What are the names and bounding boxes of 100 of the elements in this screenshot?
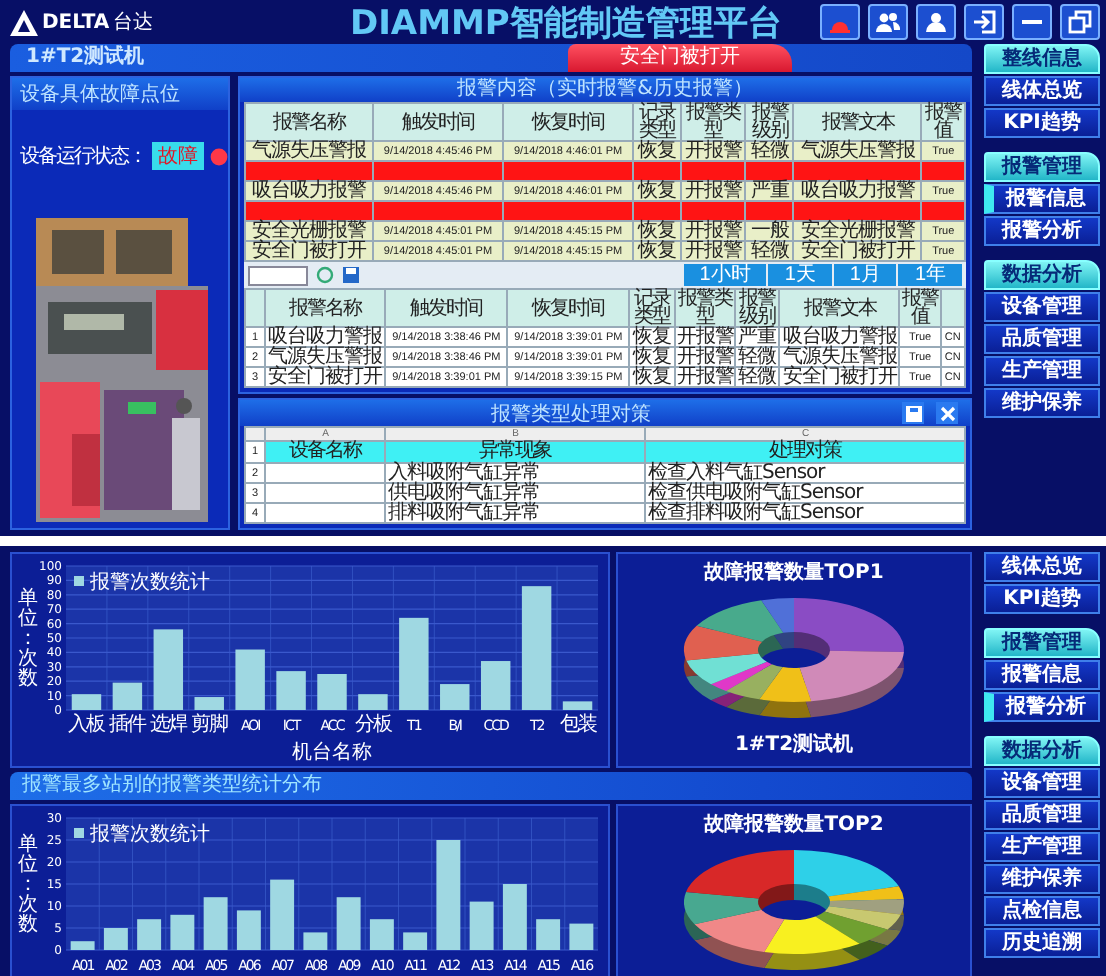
status-badge: 故障 xyxy=(152,142,204,170)
table-cell: 气源失压警报 xyxy=(265,347,386,367)
column-header: 设备名称 xyxy=(265,441,385,463)
column-header: 报警值 xyxy=(899,289,941,327)
axis-tick-label: 剪脚 xyxy=(191,714,228,736)
menu-item[interactable]: KPI趋势 xyxy=(984,584,1100,614)
machine-name: 1#T2测试机 xyxy=(24,44,147,72)
chart-caption: 1#T2测试机 xyxy=(734,731,854,758)
column-header: 恢复时间 xyxy=(507,289,630,327)
menu-item[interactable]: 报警信息 xyxy=(984,660,1100,690)
bar xyxy=(569,923,594,950)
menu-group-header: 整线信息 xyxy=(984,44,1100,74)
status-label: 设备运行状态： xyxy=(20,143,146,170)
table-cell: 恢复 xyxy=(629,327,675,347)
bar xyxy=(403,932,428,950)
section-title: 报警最多站别的报警类型统计分布 xyxy=(10,772,972,800)
app-title: DIAMMP智能制造管理平台 xyxy=(348,1,784,45)
column-header: 记录类型 xyxy=(633,103,681,141)
axis-tick-label: 入板 xyxy=(68,714,105,736)
bar xyxy=(440,684,470,710)
column-header xyxy=(245,289,266,327)
minimize-button[interactable] xyxy=(1012,4,1052,40)
menu-item[interactable]: 报警分析 xyxy=(984,216,1100,246)
column-header: 触发时间 xyxy=(372,103,504,141)
table-cell: 排料吸附气缸异常 xyxy=(385,503,645,523)
bar xyxy=(303,932,328,950)
logout-button[interactable] xyxy=(964,4,1004,40)
table-cell: 检查排料吸附气缸Sensor xyxy=(645,503,965,523)
menu-item[interactable]: 设备管理 xyxy=(984,292,1100,322)
alarm-button[interactable] xyxy=(820,4,860,40)
table-cell: 恢复 xyxy=(633,141,681,161)
column-header: 报警名称 xyxy=(245,103,373,141)
column-header: 报警名称 xyxy=(265,289,386,327)
filter-dropdown[interactable] xyxy=(248,265,308,285)
column-header: 报警类型 xyxy=(674,289,736,327)
table-cell: 安全门被打开 xyxy=(265,367,386,387)
bar xyxy=(502,884,527,950)
save-button[interactable] xyxy=(902,402,924,424)
table-cell: 轻微 xyxy=(745,141,794,161)
menu-group-header: 数据分析 xyxy=(984,736,1100,766)
table-cell: 开报警 xyxy=(680,241,746,261)
bar xyxy=(170,914,195,950)
menu-item[interactable]: 报警信息 xyxy=(984,184,1100,214)
table-cell: 开报警 xyxy=(674,327,736,347)
table-cell: 气源失压警报 xyxy=(245,141,373,161)
table-cell: 轻微 xyxy=(735,367,780,387)
bar xyxy=(436,840,461,950)
panel-title: 报警类型处理对策 xyxy=(489,401,653,427)
bar xyxy=(103,928,128,950)
axis-title: 单位：次数 xyxy=(18,834,38,936)
bar xyxy=(235,649,265,710)
column-header xyxy=(940,289,965,327)
menu-item[interactable]: 历史追溯 xyxy=(984,928,1100,958)
column-header: 报警级别 xyxy=(745,103,794,141)
bar xyxy=(480,661,511,710)
panel-title: 设备具体故障点位 xyxy=(12,78,228,110)
bar xyxy=(203,897,228,950)
bar xyxy=(521,586,552,710)
legend-label: 报警次数统计 xyxy=(90,572,210,594)
menu-item[interactable]: 生产管理 xyxy=(984,832,1100,862)
users-button[interactable] xyxy=(868,4,908,40)
menu-item[interactable]: 维护保养 xyxy=(984,388,1100,418)
table-cell: 恢复 xyxy=(633,241,681,261)
column-header: 触发时间 xyxy=(385,289,508,327)
logo-text: DELTA xyxy=(42,11,110,33)
user-icon xyxy=(924,10,948,34)
column-header: 记录类型 xyxy=(629,289,675,327)
menu-item[interactable]: 线体总览 xyxy=(984,76,1100,106)
menu-item[interactable]: 报警分析 xyxy=(984,692,1100,722)
menu-item[interactable]: 生产管理 xyxy=(984,356,1100,386)
table-cell: 严重 xyxy=(745,181,794,201)
table-cell: 气源失压警报 xyxy=(793,141,922,161)
column-header: 处理对策 xyxy=(645,441,965,463)
table-cell: 安全光栅报警 xyxy=(245,221,373,241)
save-icon xyxy=(342,266,360,284)
menu-item[interactable]: 设备管理 xyxy=(984,768,1100,798)
restore-button[interactable] xyxy=(1060,4,1100,40)
table-cell: 吸台吸力报警 xyxy=(793,181,922,201)
bar xyxy=(71,694,102,710)
menu-item[interactable]: 维护保养 xyxy=(984,864,1100,894)
table-cell: 开报警 xyxy=(674,347,736,367)
bar xyxy=(358,694,388,710)
user-button[interactable] xyxy=(916,4,956,40)
bar xyxy=(194,697,224,710)
table-cell: 恢复 xyxy=(633,221,681,241)
menu-item[interactable]: 点检信息 xyxy=(984,896,1100,926)
refresh-icon xyxy=(316,266,334,284)
menu-group-header: 数据分析 xyxy=(984,260,1100,290)
bar xyxy=(276,671,306,710)
table-cell: 严重 xyxy=(735,327,780,347)
logout-icon xyxy=(972,10,996,34)
table-cell: 恢复 xyxy=(633,181,681,201)
menu-item[interactable]: 品质管理 xyxy=(984,800,1100,830)
table-cell: 安全门被打开 xyxy=(245,241,373,261)
tools-button[interactable] xyxy=(936,402,958,424)
menu-item[interactable]: KPI趋势 xyxy=(984,108,1100,138)
axis-tick-label: 插件 xyxy=(109,714,146,736)
table-cell: 恢复 xyxy=(629,367,675,387)
menu-item[interactable]: 品质管理 xyxy=(984,324,1100,354)
menu-item[interactable]: 线体总览 xyxy=(984,552,1100,582)
